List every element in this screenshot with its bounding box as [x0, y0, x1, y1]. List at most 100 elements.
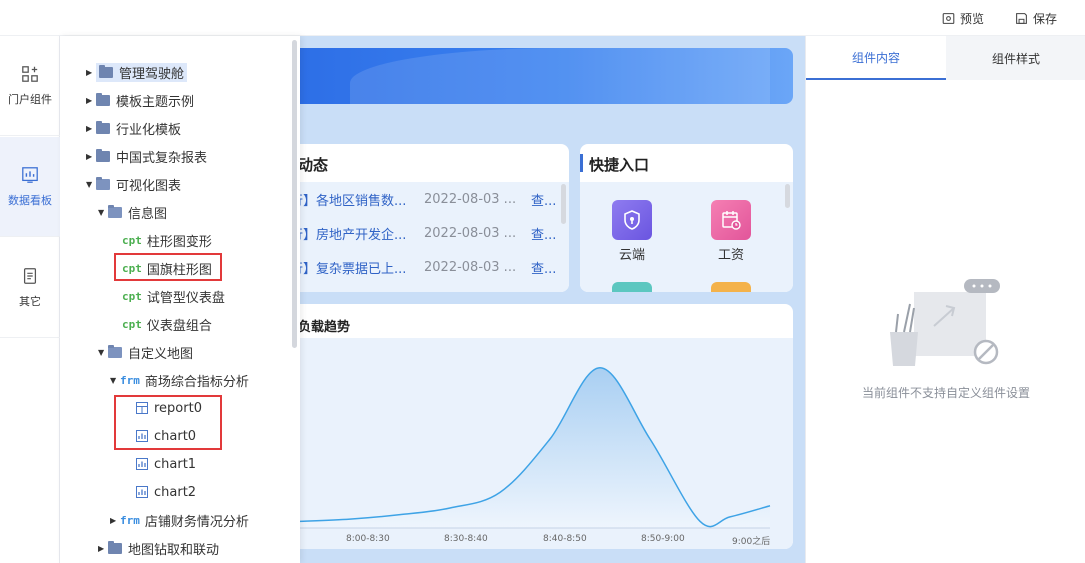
tree-node-chinese-reports[interactable]: ▶ 中国式复杂报表 — [86, 145, 207, 167]
save-label: 保存 — [1033, 12, 1058, 26]
tree-node-label: 管理驾驶舱 — [119, 66, 185, 82]
tree-node-map-drill[interactable]: ▶ 地图钻取和联动 — [98, 537, 219, 559]
rail-label: 其它 — [19, 294, 41, 308]
folder-icon — [108, 540, 122, 554]
cpt-file-icon: cpt — [122, 289, 142, 303]
tree-node-report0[interactable]: report0 — [136, 397, 202, 419]
left-rail: 门户组件 数据看板 其它 — [0, 36, 60, 563]
preview-button[interactable]: 预览 — [942, 10, 984, 27]
quick-access-scrollbar[interactable] — [785, 184, 790, 208]
rail-label: 门户组件 — [8, 92, 52, 106]
template-tree-panel: ▶ 管理驾驶舱 ▶ 模板主题示例 ▶ 行业化模板 ▶ 中国式复杂报表 ▼ 可视化… — [60, 36, 300, 563]
tree-node-infographics[interactable]: ▼ 信息图 — [98, 201, 167, 223]
tree-node-label: 地图钻取和联动 — [128, 542, 220, 558]
expanded-caret-icon[interactable]: ▼ — [110, 376, 120, 385]
tree-node-label: 信息图 — [128, 206, 168, 222]
dynamics-scrollbar[interactable] — [561, 184, 566, 224]
rail-item-data-board[interactable]: 数据看板 — [0, 137, 60, 237]
news-row[interactable]: 行】各地区销售数... 2022-08-03 ... 查... — [300, 190, 556, 209]
news-more-link[interactable]: 查... — [531, 224, 556, 243]
top-toolbar: 预览 保存 — [0, 0, 1085, 36]
component-grid-icon — [22, 65, 38, 82]
tree-node-label: 商场综合指标分析 — [144, 374, 249, 390]
tree-node-label: 国旗柱形图 — [146, 262, 212, 278]
collapsed-caret-icon[interactable]: ▶ — [86, 96, 96, 105]
news-row[interactable]: 行】复杂票据已上... 2022-08-03 ... 查... — [300, 258, 556, 277]
tree-node-chart1[interactable]: chart1 — [136, 453, 196, 475]
collapsed-caret-icon[interactable]: ▶ — [86, 68, 96, 77]
collapsed-caret-icon[interactable]: ▶ — [86, 124, 96, 133]
quick-item-salary[interactable]: 工资 — [711, 200, 751, 263]
tree-node-label: 模板主题示例 — [116, 94, 195, 110]
tree-node-chart2[interactable]: chart2 — [136, 481, 196, 503]
x-tick-label: 8:50-9:00 — [641, 534, 685, 544]
news-row[interactable]: 行】房地产开发企... 2022-08-03 ... 查... — [300, 224, 556, 243]
tree-node-cockpit[interactable]: ▶ 管理驾驶舱 — [86, 61, 188, 83]
tree-node-mall-analysis[interactable]: ▼ frm 商场综合指标分析 — [110, 369, 249, 391]
quick-item-partial[interactable] — [711, 282, 751, 292]
tree-node-label: 可视化图表 — [116, 178, 182, 194]
x-tick-label: 9:00之后 — [732, 537, 771, 547]
tree-node-gauge-combo[interactable]: cpt 仪表盘组合 — [122, 313, 212, 335]
news-more-link[interactable]: 查... — [531, 258, 556, 277]
tree-node-label: 店铺财务情况分析 — [144, 514, 249, 530]
folder-icon — [96, 92, 110, 106]
tree-node-template-themes[interactable]: ▶ 模板主题示例 — [86, 89, 194, 111]
tab-component-style[interactable]: 组件样式 — [946, 36, 1085, 80]
quick-item-label: 工资 — [717, 248, 744, 263]
tree-node-custom-map[interactable]: ▼ 自定义地图 — [98, 341, 193, 363]
tree-node-visual-charts[interactable]: ▼ 可视化图表 — [86, 173, 181, 195]
quick-item-label: 云端 — [618, 248, 645, 263]
shield-lock-icon — [624, 210, 640, 230]
tree-node-tube-gauge[interactable]: cpt 试管型仪表盘 — [122, 285, 225, 307]
tree-node-label: 中国式复杂报表 — [116, 150, 208, 166]
frm-file-icon: frm — [120, 513, 140, 527]
preview-label: 预览 — [960, 12, 985, 26]
tree-node-label: chart0 — [154, 428, 197, 444]
x-tick-label: 8:00-8:30 — [346, 534, 390, 544]
news-title[interactable]: 行】复杂票据已上... — [300, 258, 420, 277]
folder-icon — [99, 64, 113, 78]
folder-icon — [96, 148, 110, 162]
bar-chart-board-icon — [22, 166, 38, 183]
tree-node-industry-templates[interactable]: ▶ 行业化模板 — [86, 117, 181, 139]
expanded-caret-icon[interactable]: ▼ — [86, 180, 96, 189]
save-disk-icon — [1016, 13, 1027, 24]
quick-item-partial[interactable] — [612, 282, 652, 292]
chart-widget-icon — [136, 430, 148, 442]
expanded-caret-icon[interactable]: ▼ — [98, 208, 108, 217]
tree-node-label: 仪表盘组合 — [146, 318, 212, 334]
save-button[interactable]: 保存 — [1015, 10, 1057, 27]
rail-item-other[interactable]: 其它 — [0, 238, 60, 338]
header-banner — [300, 48, 793, 104]
tree-node-label: 柱形图变形 — [146, 234, 212, 250]
report-widget-icon — [136, 402, 148, 414]
chart-widget-icon — [136, 458, 148, 470]
news-date: 2022-08-03 ... — [424, 191, 517, 207]
tree-node-flag-bar[interactable]: cpt 国旗柱形图 — [122, 257, 212, 279]
calendar-clock-icon — [722, 211, 741, 230]
tree-node-bar-variant[interactable]: cpt 柱形图变形 — [122, 229, 212, 251]
dashboard-canvas: 动态 行】各地区销售数... 2022-08-03 ... 查... 行】房地产… — [300, 36, 805, 563]
tree-node-store-finance[interactable]: ▶ frm 店铺财务情况分析 — [110, 509, 249, 531]
news-title[interactable]: 行】房地产开发企... — [300, 224, 420, 243]
collapsed-caret-icon[interactable]: ▶ — [86, 152, 96, 161]
collapsed-caret-icon[interactable]: ▶ — [110, 516, 120, 525]
news-date: 2022-08-03 ... — [424, 225, 517, 241]
trend-chart-card: 负载趋势 8:00-8:30 8:30-8:40 8:40-8:50 8:50-9:0… — [300, 304, 793, 549]
tree-scrollbar[interactable] — [292, 40, 297, 348]
collapsed-caret-icon[interactable]: ▶ — [98, 544, 108, 553]
expanded-caret-icon[interactable]: ▼ — [98, 348, 108, 357]
tab-component-content[interactable]: 组件内容 — [806, 36, 946, 80]
x-tick-label: 8:30-8:40 — [444, 534, 488, 544]
rail-item-portal-components[interactable]: 门户组件 — [0, 36, 60, 136]
empty-state-illustration-icon — [890, 279, 1000, 366]
tree-node-chart0[interactable]: chart0 — [136, 425, 196, 447]
folder-icon — [96, 120, 110, 134]
cpt-file-icon: cpt — [122, 261, 142, 275]
quick-item-cloud[interactable]: 云端 — [612, 200, 652, 263]
news-more-link[interactable]: 查... — [531, 190, 556, 209]
dynamics-card: 动态 行】各地区销售数... 2022-08-03 ... 查... 行】房地产… — [300, 144, 569, 292]
news-title[interactable]: 行】各地区销售数... — [300, 190, 420, 209]
properties-panel: 组件内容 组件样式 当前组件不支持自定义组件设置 — [805, 36, 1085, 563]
